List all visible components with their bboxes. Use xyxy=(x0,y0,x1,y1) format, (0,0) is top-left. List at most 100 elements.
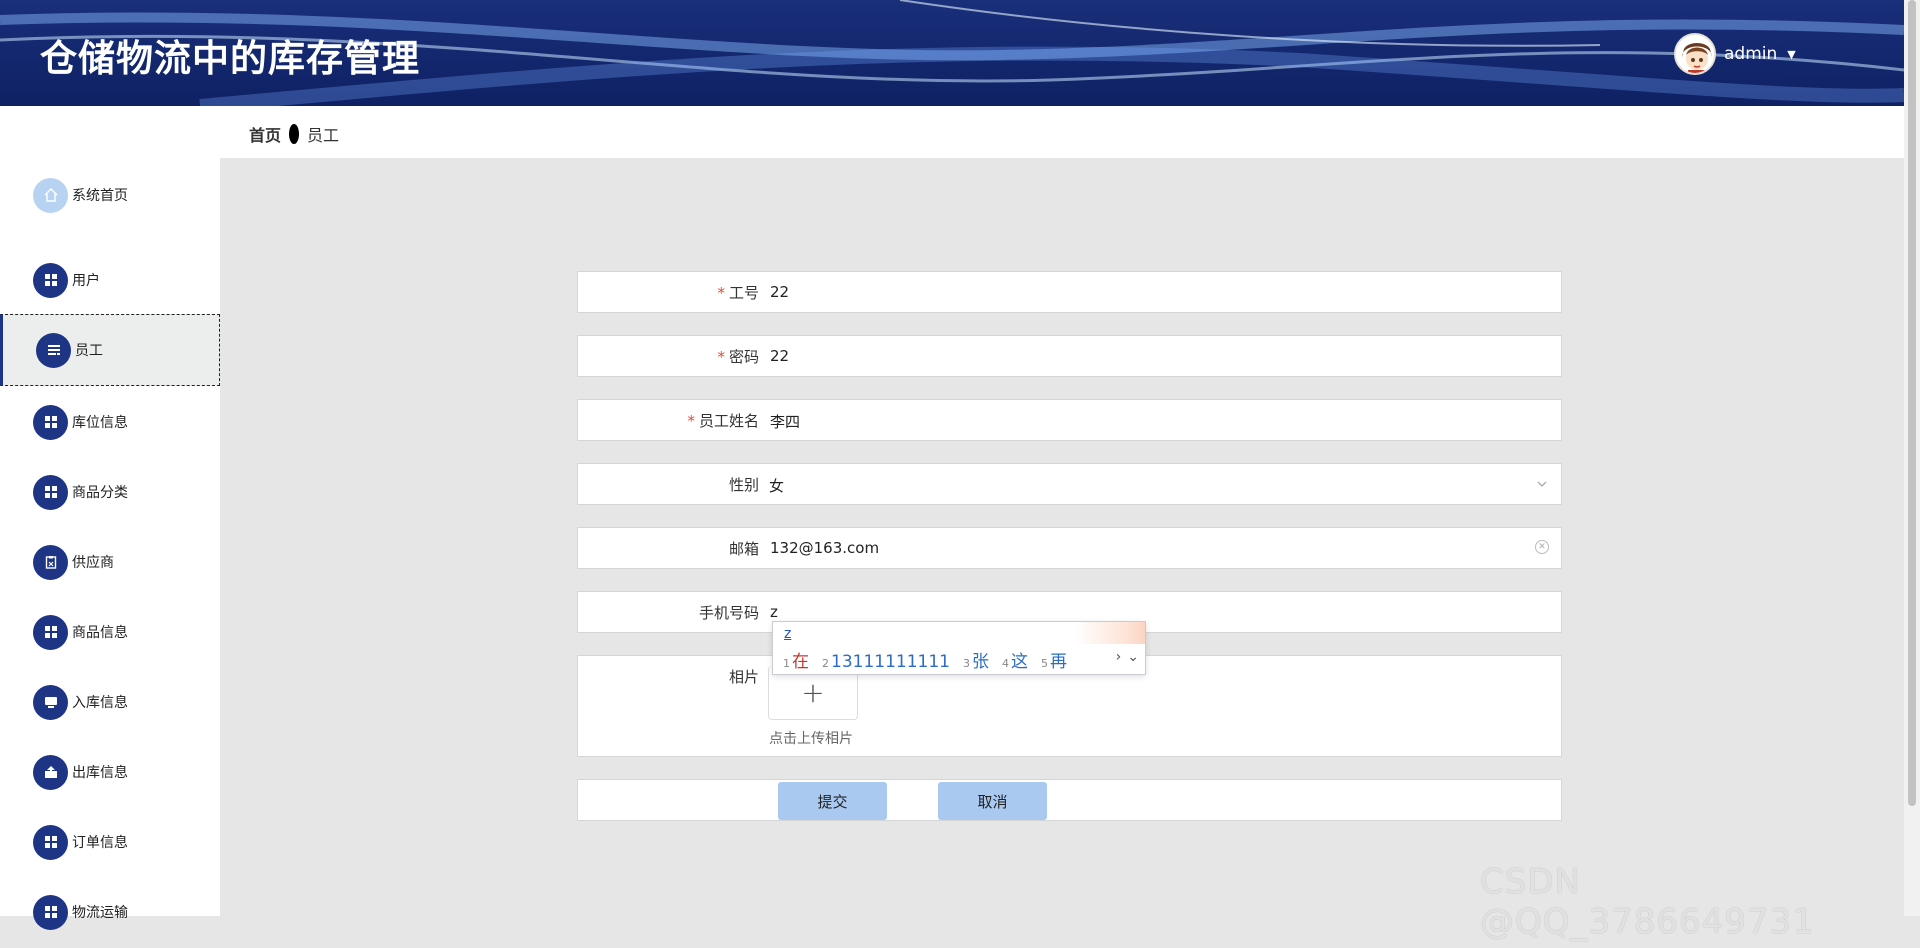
ime-candidate[interactable]: 5再 xyxy=(1041,647,1067,672)
gender-select[interactable]: 性别 女 xyxy=(577,463,1562,505)
home-icon xyxy=(33,177,68,213)
sidebar-item-label: 入库信息 xyxy=(72,695,128,711)
breadcrumb: 首页 员工 xyxy=(249,122,339,146)
grid-icon xyxy=(33,262,68,298)
plus-icon: + xyxy=(801,676,825,709)
breadcrumb-home[interactable]: 首页 xyxy=(249,122,281,146)
scrollbar-thumb[interactable] xyxy=(1908,0,1916,806)
password-input[interactable]: 22 xyxy=(770,347,789,365)
gender-selected-value[interactable]: 女 xyxy=(769,475,784,496)
sidebar-item-label: 供应商 xyxy=(72,555,114,571)
password-field[interactable]: * 密码 22 xyxy=(577,335,1562,377)
sidebar-item-users[interactable]: 用户 xyxy=(0,244,220,316)
sidebar-item-home[interactable]: 系统首页 xyxy=(0,159,220,231)
required-asterisk: * xyxy=(717,348,725,366)
sidebar-item-label: 库位信息 xyxy=(72,415,128,431)
sidebar-item-orders[interactable]: 订单信息 xyxy=(0,806,220,878)
ime-candidate-number: 2 xyxy=(822,657,829,670)
ime-candidate-text: 这 xyxy=(1010,652,1028,672)
submit-button[interactable]: 提交 xyxy=(778,782,887,820)
scrollbar[interactable] xyxy=(1904,0,1920,916)
password-label: * 密码 xyxy=(717,346,759,367)
upload-hint: 点击上传相片 xyxy=(769,731,853,747)
ime-skin-decoration xyxy=(1075,622,1145,644)
cancel-button[interactable]: 取消 xyxy=(938,782,1047,820)
sidebar-item-outbound[interactable]: 出库信息 xyxy=(0,736,220,808)
job-no-input[interactable]: 22 xyxy=(770,283,789,301)
username: admin xyxy=(1724,44,1778,64)
breadcrumb-bar: 首页 员工 xyxy=(0,106,1904,158)
clear-icon[interactable]: ✕ xyxy=(1535,540,1549,554)
required-asterisk: * xyxy=(687,412,695,430)
sidebar: 系统首页 用户 员工 库位信息 商品分类 供应商 商品信息 入库信息 出库信息 … xyxy=(0,158,220,930)
ime-candidate[interactable]: 3张 xyxy=(963,647,989,672)
sidebar-item-label: 商品分类 xyxy=(72,485,128,501)
ime-candidate-text: 在 xyxy=(792,652,809,672)
ime-candidate[interactable]: 2 13111111111 xyxy=(822,652,950,672)
avatar xyxy=(1674,33,1716,75)
clipboard-icon xyxy=(33,544,68,580)
inbox-icon xyxy=(33,684,68,720)
gender-label: 性别 xyxy=(728,476,759,494)
ime-candidate-text: 再 xyxy=(1049,652,1067,672)
ime-candidate-popup: z 1在 2 13111111111 3张 4这 5再 › ⌄ xyxy=(772,621,1146,675)
sidebar-item-label: 出库信息 xyxy=(72,765,128,781)
sidebar-item-label: 物流运输 xyxy=(72,905,128,921)
ime-candidate[interactable]: 4这 xyxy=(1002,647,1028,672)
employee-name-field[interactable]: * 员工姓名 李四 xyxy=(577,399,1562,441)
job-no-label: * 工号 xyxy=(717,282,759,303)
ime-candidate-number: 3 xyxy=(962,657,970,670)
photo-label: 相片 xyxy=(728,668,759,686)
email-field[interactable]: 邮箱 132@163.com ✕ xyxy=(577,527,1562,569)
email-input[interactable]: 132@163.com xyxy=(770,539,879,557)
grid-icon xyxy=(33,404,68,440)
form-actions: 提交 取消 xyxy=(577,779,1562,821)
password-label-text: 密码 xyxy=(728,348,759,366)
ime-page-controls: › ⌄ xyxy=(1116,649,1139,665)
ime-candidate[interactable]: 1在 xyxy=(783,647,809,672)
job-no-field[interactable]: * 工号 22 xyxy=(577,271,1562,313)
ime-candidate-number: 1 xyxy=(783,657,790,670)
user-menu[interactable]: admin ▼ xyxy=(1674,33,1796,75)
ime-composition: z xyxy=(784,626,792,642)
list-icon xyxy=(36,332,71,368)
grid-icon xyxy=(33,614,68,650)
job-no-label-text: 工号 xyxy=(728,284,759,302)
grid-icon xyxy=(33,474,68,510)
sidebar-item-label: 用户 xyxy=(72,273,100,289)
sidebar-item-label: 系统首页 xyxy=(72,188,128,204)
employee-name-label-text: 员工姓名 xyxy=(698,412,759,430)
sidebar-item-label: 订单信息 xyxy=(72,835,128,851)
grid-icon xyxy=(33,894,68,930)
grid-icon xyxy=(33,824,68,860)
export-icon xyxy=(33,754,68,790)
sidebar-item-products[interactable]: 商品信息 xyxy=(0,596,220,668)
sidebar-item-categories[interactable]: 商品分类 xyxy=(0,456,220,528)
sidebar-item-suppliers[interactable]: 供应商 xyxy=(0,526,220,598)
phone-label: 手机号码 xyxy=(698,604,759,622)
ime-candidate-text: 13111111111 xyxy=(831,652,950,672)
email-label: 邮箱 xyxy=(728,540,759,558)
ime-candidates: 1在 2 13111111111 3张 4这 5再 xyxy=(783,647,1067,672)
employee-name-input[interactable]: 李四 xyxy=(770,411,800,432)
app-title: 仓储物流中的库存管理 xyxy=(40,37,420,80)
sidebar-item-employees[interactable]: 员工 xyxy=(0,314,220,386)
chevron-down-icon[interactable] xyxy=(1535,476,1549,495)
phone-input[interactable]: z xyxy=(770,603,778,621)
breadcrumb-separator-icon xyxy=(289,124,300,144)
watermark: CSDN @QQ_3786649731 xyxy=(1480,862,1815,942)
ime-candidate-number: 5 xyxy=(1040,657,1048,670)
chevron-down-icon[interactable]: ⌄ xyxy=(1127,649,1139,665)
sidebar-item-inbound[interactable]: 入库信息 xyxy=(0,666,220,738)
sidebar-item-locations[interactable]: 库位信息 xyxy=(0,386,220,458)
ime-candidate-number: 4 xyxy=(1001,657,1009,670)
required-asterisk: * xyxy=(717,284,725,302)
header-banner: 仓储物流中的库存管理 admin ▼ xyxy=(0,0,1904,106)
chevron-down-icon: ▼ xyxy=(1787,47,1796,61)
sidebar-item-label: 商品信息 xyxy=(72,625,128,641)
employee-name-label: * 员工姓名 xyxy=(687,410,759,431)
ime-candidate-text: 张 xyxy=(971,652,989,672)
sidebar-item-label: 员工 xyxy=(75,343,103,359)
sidebar-item-logistics[interactable]: 物流运输 xyxy=(0,876,220,948)
chevron-right-icon[interactable]: › xyxy=(1116,649,1122,665)
